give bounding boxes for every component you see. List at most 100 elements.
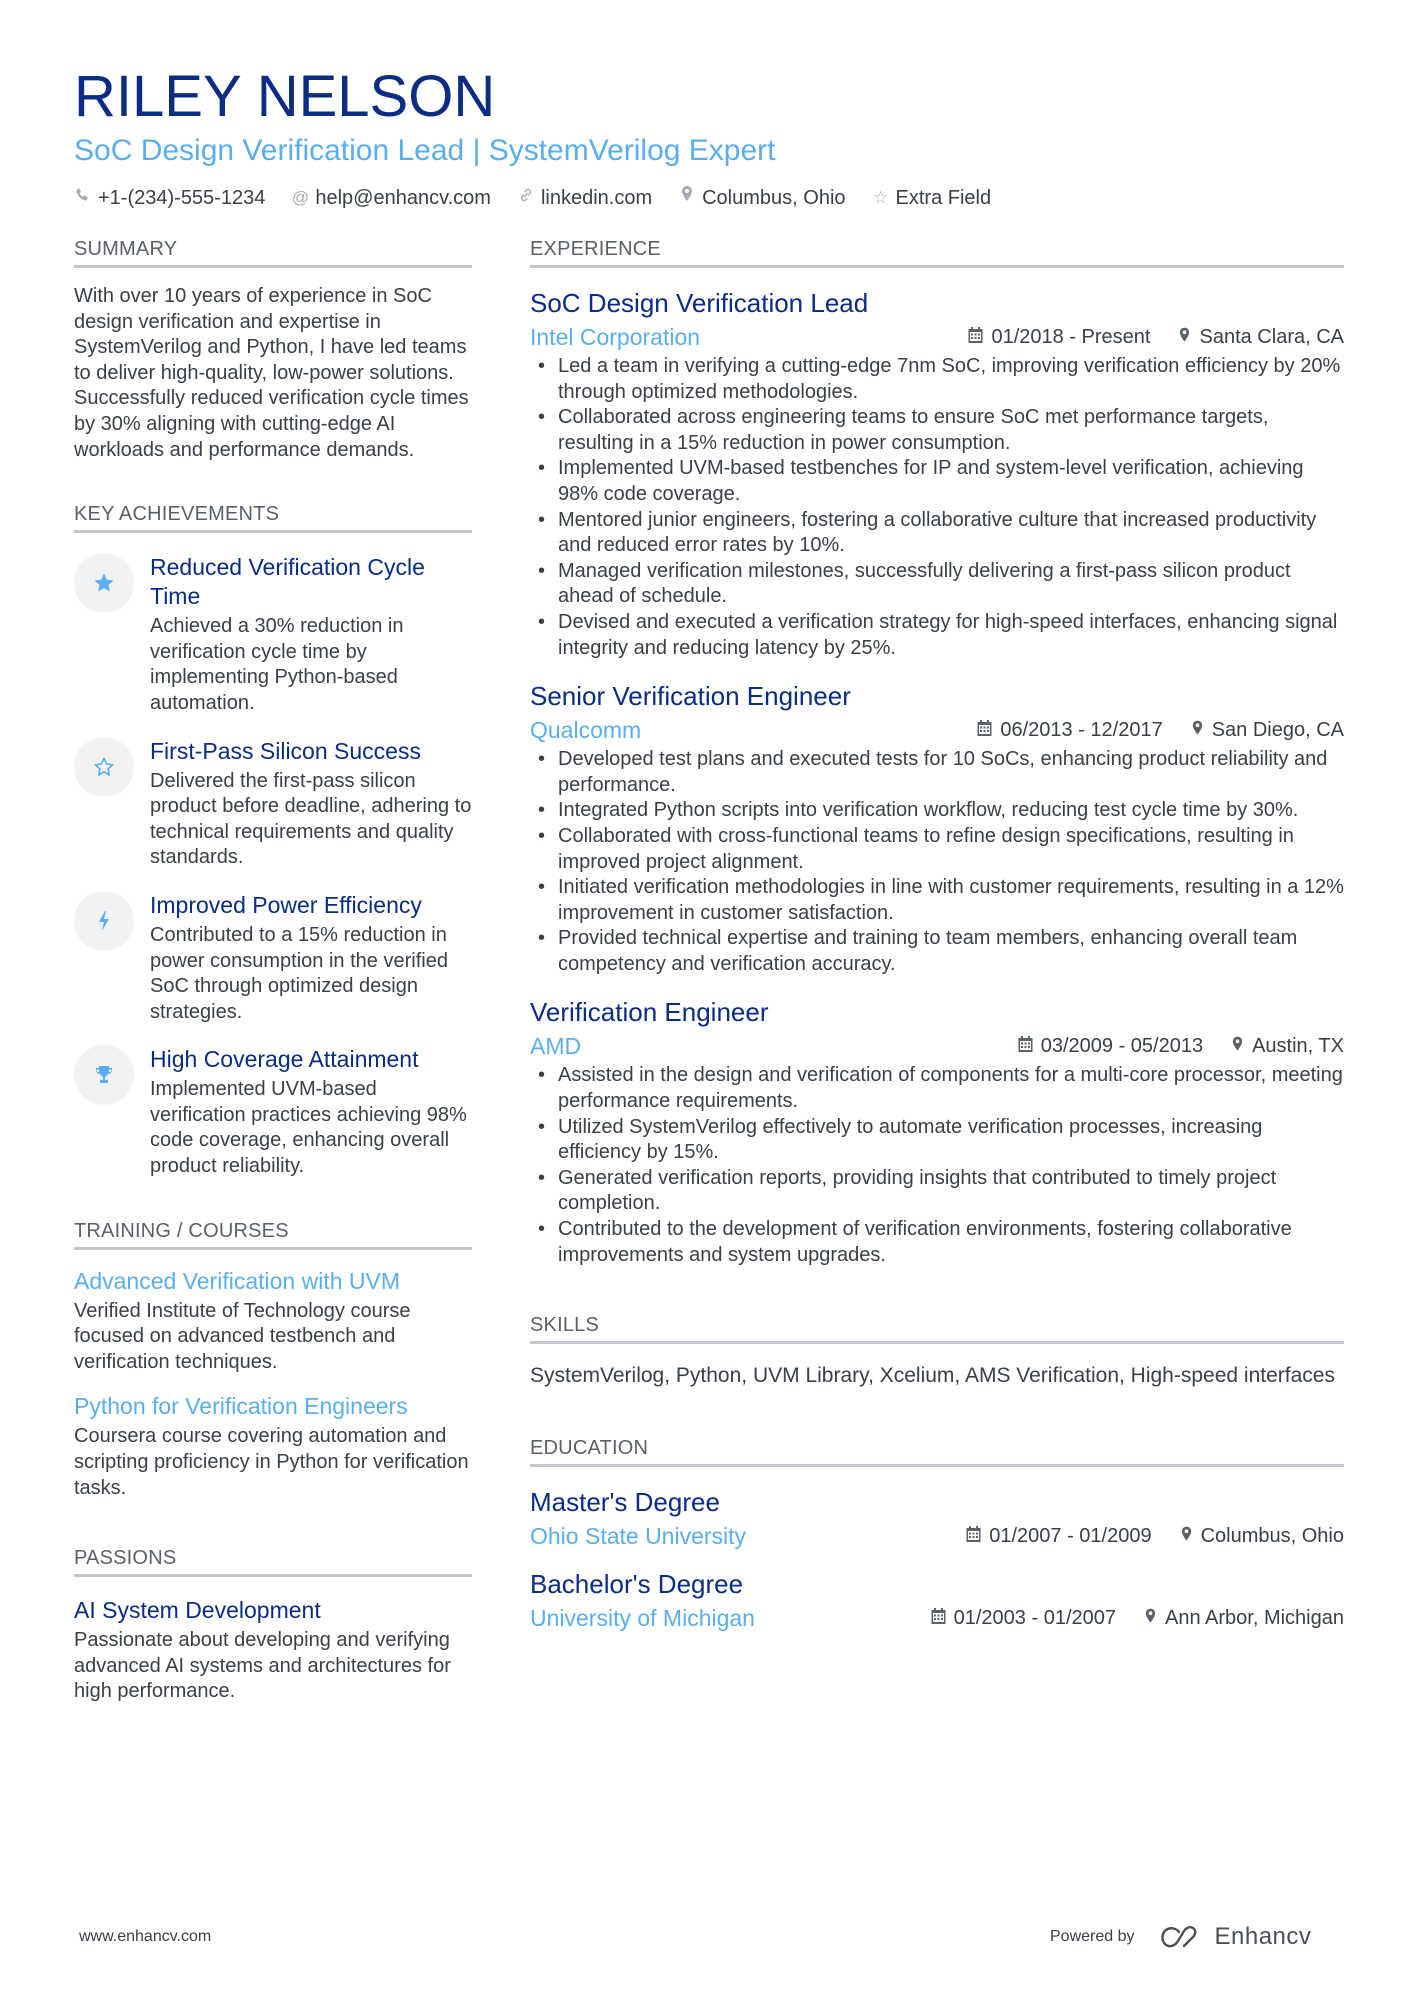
passion-desc: Passionate about developing and verifyin… [74, 1629, 451, 1703]
job-title: Verification Engineer [530, 997, 769, 1028]
job-bullet: Generated verification reports, providin… [530, 1166, 1344, 1217]
powered-by-label: Powered by [1050, 1928, 1135, 1945]
left-column: SUMMARY With over 10 years of experience… [74, 236, 472, 1735]
experience-heading: EXPERIENCE [530, 236, 1344, 268]
summary-section: SUMMARY With over 10 years of experience… [74, 236, 472, 463]
phone-text: +1-(234)-555-1234 [98, 187, 266, 209]
course-item: Python for Verification Engineers Course… [74, 1391, 472, 1501]
skills-text: SystemVerilog, Python, UVM Library, Xcel… [530, 1364, 1335, 1388]
job-title: SoC Design Verification Lead [530, 288, 869, 318]
candidate-name: RILEY NELSON [74, 64, 496, 129]
job-bullet: Devised and executed a verification stra… [530, 610, 1344, 661]
star-outline-icon: ☆ [872, 188, 889, 207]
job-bullets: Assisted in the design and verification … [530, 1063, 1344, 1268]
achievements-section: KEY ACHIEVEMENTS Reduced Verification Cy… [74, 501, 472, 1180]
achievement-item: Reduced Verification Cycle Time Achieved… [74, 553, 472, 716]
job-location: San Diego, CA [1211, 718, 1344, 741]
education-entry: Bachelor's Degree University of Michigan… [530, 1567, 1344, 1633]
school-name: Ohio State University [530, 1523, 747, 1550]
achievement-item: High Coverage Attainment Implemented UVM… [74, 1045, 472, 1179]
contact-linkedin[interactable]: linkedin.com [517, 184, 652, 212]
brand-name: Enhancv [1214, 1923, 1312, 1950]
job-entry: SoC Design Verification Lead Intel Corpo… [530, 286, 1344, 661]
contact-location: Columbus, Ohio [678, 184, 846, 212]
company-name: Intel Corporation [530, 324, 701, 350]
contact-email[interactable]: @ help@enhancv.com [291, 184, 491, 212]
job-bullet: Collaborated with cross-functional teams… [530, 824, 1344, 875]
job-bullet: Assisted in the design and verification … [530, 1063, 1344, 1114]
enhancv-logo-icon [1160, 1926, 1196, 1948]
achievement-title: First-Pass Silicon Success [150, 737, 421, 764]
job-dates: 06/2013 - 12/2017 [1000, 718, 1163, 741]
skills-heading: SKILLS [530, 1312, 1344, 1345]
job-bullet: Developed test plans and executed tests … [530, 747, 1344, 798]
job-location: Austin, TX [1252, 1034, 1344, 1057]
job-bullet: Integrated Python scripts into verificat… [530, 798, 1344, 824]
achievement-desc: Achieved a 30% reduction in verification… [150, 615, 404, 714]
calendar-icon [968, 326, 983, 348]
experience-section: EXPERIENCE SoC Design Verification Lead … [530, 236, 1344, 1268]
job-bullets: Developed test plans and executed tests … [530, 747, 1344, 977]
contact-extra: ☆ Extra Field [872, 184, 992, 212]
job-bullet: Contributed to the development of verifi… [530, 1217, 1344, 1268]
job-entry: Verification Engineer AMD 03/2009 - 05/2… [530, 995, 1344, 1268]
job-bullet: Mentored junior engineers, fostering a c… [530, 508, 1344, 559]
footer-website-link[interactable]: www.enhancv.com [79, 1928, 211, 1946]
footer-branding: Powered by Enhancv [1050, 1923, 1311, 1951]
achievement-desc: Contributed to a 15% reduction in power … [150, 923, 448, 1023]
course-title: Advanced Verification with UVM [74, 1267, 400, 1294]
passions-section: PASSIONS AI System Development Passionat… [74, 1545, 472, 1705]
achievement-title: High Coverage Attainment [150, 1046, 419, 1073]
education-location: Columbus, Ohio [1200, 1524, 1344, 1547]
location-pin-icon [1231, 1035, 1244, 1058]
training-heading: TRAINING / COURSES [74, 1218, 472, 1250]
extra-field-text: Extra Field [895, 187, 992, 209]
job-entry: Senior Verification Engineer Qualcomm 06… [530, 679, 1344, 977]
at-icon: @ [291, 188, 309, 207]
phone-icon [74, 184, 92, 212]
summary-text: With over 10 years of experience in SoC … [74, 285, 469, 461]
degree-title: Master's Degree [530, 1487, 720, 1518]
lightning-bolt-icon [74, 890, 134, 951]
job-bullet: Utilized SystemVerilog effectively to au… [530, 1115, 1344, 1166]
location-pin-icon [1191, 719, 1204, 742]
education-heading: EDUCATION [530, 1435, 1344, 1468]
enhancv-logo[interactable]: Enhancv [1159, 1923, 1312, 1951]
degree-title: Bachelor's Degree [530, 1569, 744, 1600]
course-title: Python for Verification Engineers [74, 1393, 408, 1420]
calendar-icon [1018, 1035, 1033, 1057]
achievement-title: Improved Power Efficiency [150, 891, 422, 918]
course-desc: Verified Institute of Technology course … [74, 1299, 411, 1373]
star-outline-icon [74, 736, 134, 797]
location-text: Columbus, Ohio [702, 187, 846, 209]
resume-header: RILEY NELSON SoC Design Verification Lea… [74, 62, 1336, 212]
contact-phone[interactable]: +1-(234)-555-1234 [74, 184, 265, 212]
job-dates: 01/2018 - Present [991, 325, 1151, 348]
company-name: AMD [530, 1033, 582, 1060]
education-location: Ann Arbor, Michigan [1165, 1606, 1344, 1629]
star-filled-icon [74, 553, 134, 614]
right-column: EXPERIENCE SoC Design Verification Lead … [530, 236, 1344, 1663]
achievement-item: Improved Power Efficiency Contributed to… [74, 890, 472, 1025]
training-section: TRAINING / COURSES Advanced Verification… [74, 1218, 472, 1502]
course-item: Advanced Verification with UVM Verified … [74, 1266, 472, 1376]
job-title: Senior Verification Engineer [530, 681, 851, 712]
location-pin-icon [1144, 1607, 1157, 1630]
calendar-icon [931, 1607, 946, 1629]
job-location: Santa Clara, CA [1199, 325, 1344, 348]
achievement-item: First-Pass Silicon Success Delivered the… [74, 736, 472, 871]
link-icon [517, 184, 535, 212]
job-bullets: Led a team in verifying a cutting-edge 7… [530, 354, 1344, 661]
skills-section: SKILLS SystemVerilog, Python, UVM Librar… [530, 1312, 1344, 1389]
course-desc: Coursera course covering automation and … [74, 1425, 469, 1499]
contact-row: +1-(234)-555-1234 @ help@enhancv.com lin… [74, 184, 1336, 212]
job-bullet: Provided technical expertise and trainin… [530, 926, 1344, 977]
achievement-desc: Delivered the first-pass silicon product… [150, 769, 472, 869]
calendar-icon [966, 1525, 981, 1547]
trophy-icon [74, 1045, 134, 1106]
school-name: University of Michigan [530, 1605, 755, 1632]
achievement-desc: Implemented UVM-based verification pract… [150, 1078, 467, 1178]
company-name: Qualcomm [530, 717, 642, 744]
email-text: help@enhancv.com [315, 187, 491, 209]
linkedin-text: linkedin.com [540, 187, 653, 209]
